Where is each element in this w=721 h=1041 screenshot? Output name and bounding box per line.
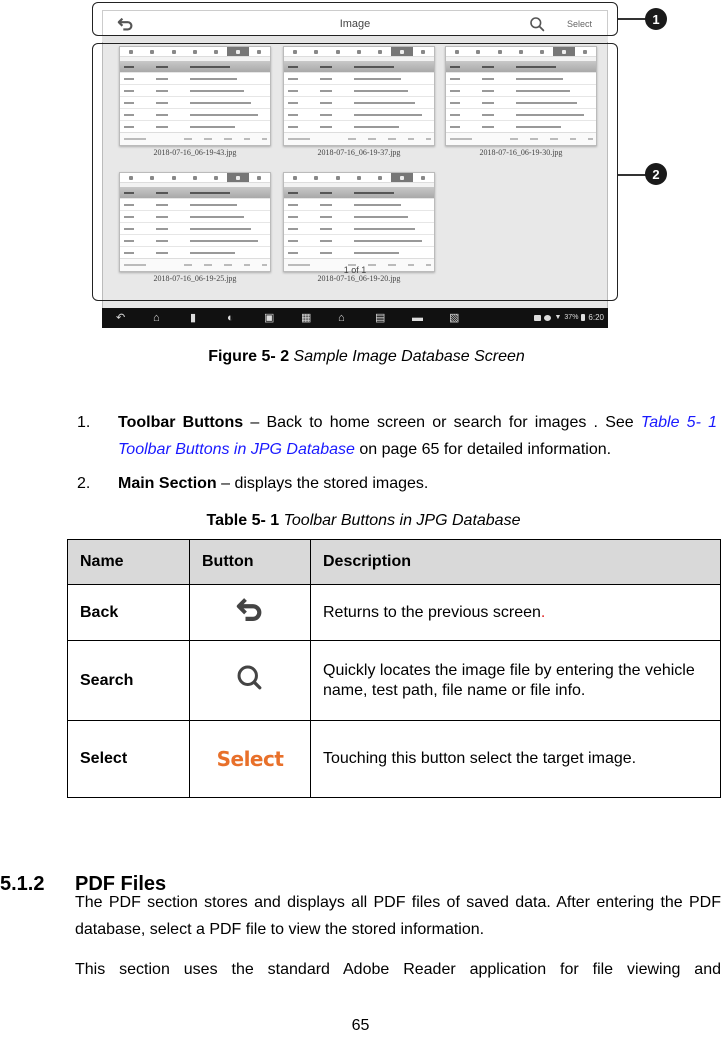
cell-description: Touching this button select the target i… [310,720,721,798]
description-period: . [540,603,546,621]
figure-sample-image-database: Image Select 2018-07-16_06-19-43.jpg 2018… [0,0,721,335]
select-button-image: Select [216,747,284,771]
cell-name: Back [67,584,190,641]
search-icon [237,665,262,690]
table-row: Back Returns to the previous screen. [67,584,721,641]
header-name: Name [67,539,190,585]
android-navbar: ▼ 37% 6:20 ↶ ⌂ ▮ ◐ ▣ ▦ ⌂ ▤ ▬ ▧ [102,308,608,328]
battery-level: 37% [564,314,579,321]
recent-apps-icon[interactable]: ▮ [190,312,204,324]
list-item: 1. Toolbar Buttons – Back to home screen… [77,409,717,463]
paragraph: This section uses the standard Adobe Rea… [75,961,721,978]
list-number: 1. [77,414,91,431]
callout-line [618,174,646,176]
clock: 6:20 [588,313,604,322]
callout-frame-main [92,43,618,301]
table-caption: Table 5- 1 Toolbar Buttons in JPG Databa… [3,512,721,530]
callout-number: 2 [645,163,667,185]
header-button: Button [189,539,311,585]
back-arrow-icon [236,598,262,621]
cell-name: Search [67,640,190,721]
cell-description: Quickly locates the image file by enteri… [310,640,721,721]
cell-description: Returns to the previous screen. [310,584,721,641]
table-label: Table 5- 1 [206,512,280,529]
list-text: – Back to home screen or search for imag… [243,414,641,431]
camera-icon[interactable]: ▣ [264,312,278,324]
cell-button: Select [189,720,311,798]
wifi-icon: ▼ [554,314,562,321]
header-description: Description [310,539,721,585]
vcmi-icon[interactable]: ▤ [375,312,389,324]
table-row: Search Quickly locates the image file by… [67,640,721,721]
house-icon[interactable]: ⌂ [338,312,352,324]
notification-icon [544,314,552,321]
cell-name: Select [67,720,190,798]
table-row: Select Select Touching this button selec… [67,720,721,798]
callout-line [618,18,646,20]
figure-label: Figure 5- 2 [208,348,290,365]
back-icon[interactable]: ↶ [116,312,130,324]
browser-icon[interactable]: ◐ [227,312,241,324]
list-term: Main Section [118,475,217,492]
section-number: 5.1.2 [0,873,45,895]
callout-frame-toolbar [92,2,618,36]
description-text: Returns to the previous screen [323,603,541,621]
table-title: Toolbar Buttons in JPG Database [283,512,521,529]
car-icon[interactable]: ▬ [412,312,426,324]
cell-button [189,584,311,641]
list-text: – displays the stored images. [216,475,429,492]
figure-caption: Figure 5- 2 Sample Image Database Screen [6,348,721,366]
vci-icon[interactable]: ▦ [301,312,315,324]
list-text: on page 65 for detailed information. [354,441,612,458]
table-header-row: Name Button Description [67,539,721,585]
list-term: Toolbar Buttons [118,414,244,431]
callout-number: 1 [645,8,667,30]
home-icon[interactable]: ⌂ [153,312,167,324]
status-bar: ▼ 37% 6:20 [534,313,604,322]
cell-button [189,640,311,721]
figure-title: Sample Image Database Screen [293,348,525,365]
paragraph: The PDF section stores and displays all … [75,894,721,938]
list-item: 2. Main Section – displays the stored im… [77,470,717,497]
remote-support-icon[interactable]: ▧ [449,312,463,324]
list-number: 2. [77,475,91,492]
message-icon [534,314,542,321]
battery-icon [581,314,586,321]
page-number: 65 [351,1017,370,1034]
toolbar-buttons-table: Name Button Description Back Returns to … [67,539,721,798]
